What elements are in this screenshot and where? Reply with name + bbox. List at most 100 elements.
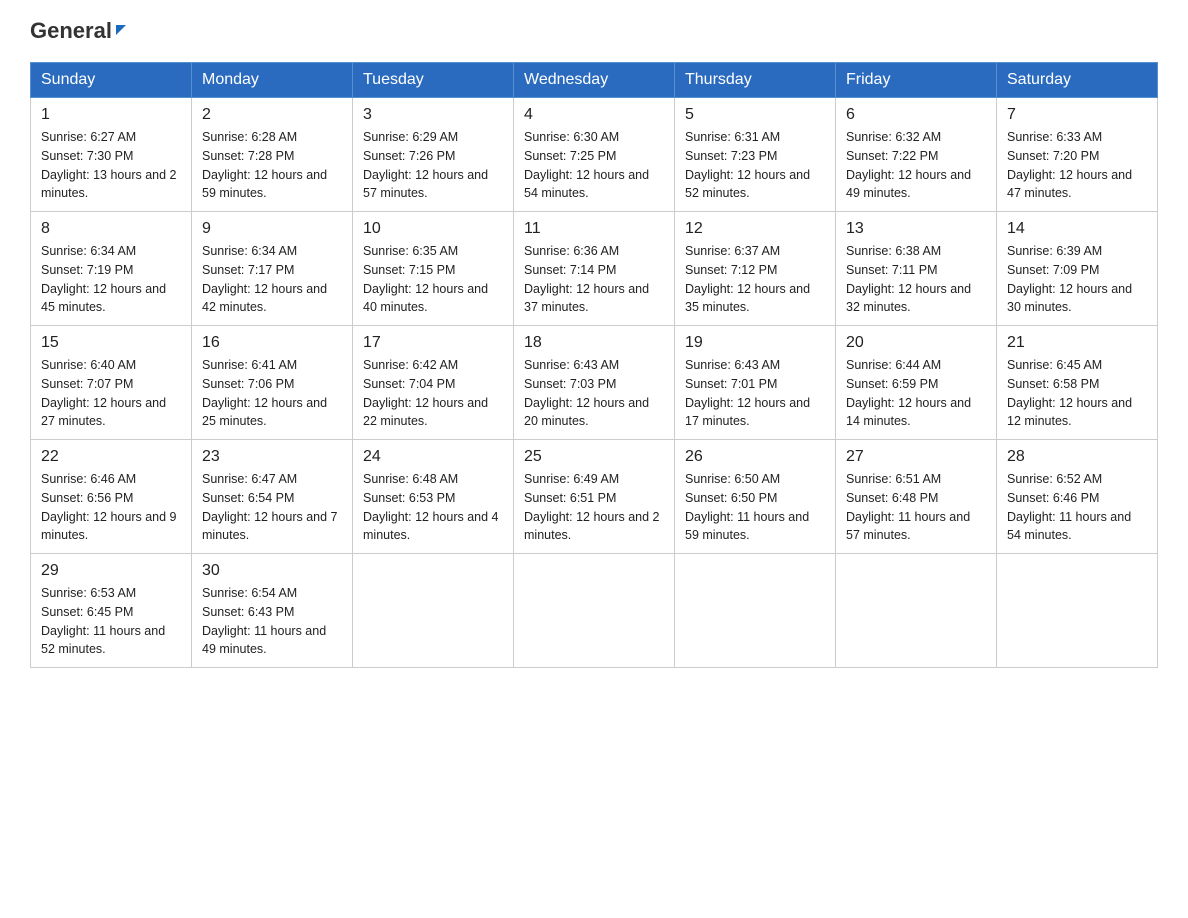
calendar-cell: 25 Sunrise: 6:49 AM Sunset: 6:51 PM Dayl… [514,440,675,554]
day-number: 16 [202,334,342,352]
day-info: Sunrise: 6:30 AM Sunset: 7:25 PM Dayligh… [524,128,664,203]
calendar-cell: 17 Sunrise: 6:42 AM Sunset: 7:04 PM Dayl… [353,326,514,440]
day-number: 28 [1007,448,1147,466]
calendar-cell: 21 Sunrise: 6:45 AM Sunset: 6:58 PM Dayl… [997,326,1158,440]
day-info: Sunrise: 6:38 AM Sunset: 7:11 PM Dayligh… [846,242,986,317]
day-info: Sunrise: 6:47 AM Sunset: 6:54 PM Dayligh… [202,470,342,545]
day-info: Sunrise: 6:43 AM Sunset: 7:03 PM Dayligh… [524,356,664,431]
day-number: 20 [846,334,986,352]
day-info: Sunrise: 6:34 AM Sunset: 7:19 PM Dayligh… [41,242,181,317]
calendar-cell: 19 Sunrise: 6:43 AM Sunset: 7:01 PM Dayl… [675,326,836,440]
day-info: Sunrise: 6:37 AM Sunset: 7:12 PM Dayligh… [685,242,825,317]
day-number: 3 [363,106,503,124]
day-number: 5 [685,106,825,124]
day-number: 9 [202,220,342,238]
day-number: 23 [202,448,342,466]
day-number: 8 [41,220,181,238]
calendar-cell [675,554,836,668]
day-info: Sunrise: 6:40 AM Sunset: 7:07 PM Dayligh… [41,356,181,431]
calendar-cell [514,554,675,668]
day-info: Sunrise: 6:32 AM Sunset: 7:22 PM Dayligh… [846,128,986,203]
logo: General [30,20,126,42]
day-info: Sunrise: 6:50 AM Sunset: 6:50 PM Dayligh… [685,470,825,545]
calendar-week-row: 1 Sunrise: 6:27 AM Sunset: 7:30 PM Dayli… [31,98,1158,212]
calendar-cell: 3 Sunrise: 6:29 AM Sunset: 7:26 PM Dayli… [353,98,514,212]
calendar-cell [353,554,514,668]
day-number: 19 [685,334,825,352]
day-number: 21 [1007,334,1147,352]
day-info: Sunrise: 6:48 AM Sunset: 6:53 PM Dayligh… [363,470,503,545]
day-info: Sunrise: 6:54 AM Sunset: 6:43 PM Dayligh… [202,584,342,659]
day-info: Sunrise: 6:33 AM Sunset: 7:20 PM Dayligh… [1007,128,1147,203]
day-number: 13 [846,220,986,238]
day-info: Sunrise: 6:52 AM Sunset: 6:46 PM Dayligh… [1007,470,1147,545]
calendar-cell: 5 Sunrise: 6:31 AM Sunset: 7:23 PM Dayli… [675,98,836,212]
day-number: 24 [363,448,503,466]
day-number: 30 [202,562,342,580]
weekday-header-sunday: Sunday [31,63,192,98]
weekday-header-tuesday: Tuesday [353,63,514,98]
weekday-header-friday: Friday [836,63,997,98]
weekday-header-row: SundayMondayTuesdayWednesdayThursdayFrid… [31,63,1158,98]
day-number: 1 [41,106,181,124]
day-number: 6 [846,106,986,124]
day-info: Sunrise: 6:44 AM Sunset: 6:59 PM Dayligh… [846,356,986,431]
day-info: Sunrise: 6:31 AM Sunset: 7:23 PM Dayligh… [685,128,825,203]
day-number: 17 [363,334,503,352]
calendar-week-row: 29 Sunrise: 6:53 AM Sunset: 6:45 PM Dayl… [31,554,1158,668]
day-number: 27 [846,448,986,466]
calendar-week-row: 8 Sunrise: 6:34 AM Sunset: 7:19 PM Dayli… [31,212,1158,326]
calendar-cell [997,554,1158,668]
day-info: Sunrise: 6:41 AM Sunset: 7:06 PM Dayligh… [202,356,342,431]
calendar-cell: 11 Sunrise: 6:36 AM Sunset: 7:14 PM Dayl… [514,212,675,326]
day-number: 4 [524,106,664,124]
calendar-cell: 2 Sunrise: 6:28 AM Sunset: 7:28 PM Dayli… [192,98,353,212]
day-info: Sunrise: 6:28 AM Sunset: 7:28 PM Dayligh… [202,128,342,203]
calendar-cell: 1 Sunrise: 6:27 AM Sunset: 7:30 PM Dayli… [31,98,192,212]
day-info: Sunrise: 6:45 AM Sunset: 6:58 PM Dayligh… [1007,356,1147,431]
page-header: General [30,20,1158,42]
calendar-cell: 10 Sunrise: 6:35 AM Sunset: 7:15 PM Dayl… [353,212,514,326]
day-number: 10 [363,220,503,238]
calendar-week-row: 15 Sunrise: 6:40 AM Sunset: 7:07 PM Dayl… [31,326,1158,440]
day-info: Sunrise: 6:42 AM Sunset: 7:04 PM Dayligh… [363,356,503,431]
day-number: 11 [524,220,664,238]
day-info: Sunrise: 6:29 AM Sunset: 7:26 PM Dayligh… [363,128,503,203]
day-info: Sunrise: 6:46 AM Sunset: 6:56 PM Dayligh… [41,470,181,545]
weekday-header-monday: Monday [192,63,353,98]
calendar-cell [836,554,997,668]
calendar-cell: 30 Sunrise: 6:54 AM Sunset: 6:43 PM Dayl… [192,554,353,668]
calendar-cell: 14 Sunrise: 6:39 AM Sunset: 7:09 PM Dayl… [997,212,1158,326]
day-number: 26 [685,448,825,466]
day-number: 7 [1007,106,1147,124]
calendar-cell: 22 Sunrise: 6:46 AM Sunset: 6:56 PM Dayl… [31,440,192,554]
calendar-cell: 9 Sunrise: 6:34 AM Sunset: 7:17 PM Dayli… [192,212,353,326]
day-number: 22 [41,448,181,466]
day-number: 2 [202,106,342,124]
day-number: 25 [524,448,664,466]
weekday-header-thursday: Thursday [675,63,836,98]
calendar-cell: 8 Sunrise: 6:34 AM Sunset: 7:19 PM Dayli… [31,212,192,326]
weekday-header-saturday: Saturday [997,63,1158,98]
day-info: Sunrise: 6:34 AM Sunset: 7:17 PM Dayligh… [202,242,342,317]
day-info: Sunrise: 6:49 AM Sunset: 6:51 PM Dayligh… [524,470,664,545]
calendar-cell: 27 Sunrise: 6:51 AM Sunset: 6:48 PM Dayl… [836,440,997,554]
day-info: Sunrise: 6:39 AM Sunset: 7:09 PM Dayligh… [1007,242,1147,317]
calendar-cell: 29 Sunrise: 6:53 AM Sunset: 6:45 PM Dayl… [31,554,192,668]
logo-text-general: General [30,20,112,42]
calendar-cell: 18 Sunrise: 6:43 AM Sunset: 7:03 PM Dayl… [514,326,675,440]
day-number: 15 [41,334,181,352]
weekday-header-wednesday: Wednesday [514,63,675,98]
calendar-cell: 4 Sunrise: 6:30 AM Sunset: 7:25 PM Dayli… [514,98,675,212]
calendar-cell: 23 Sunrise: 6:47 AM Sunset: 6:54 PM Dayl… [192,440,353,554]
calendar-week-row: 22 Sunrise: 6:46 AM Sunset: 6:56 PM Dayl… [31,440,1158,554]
day-number: 14 [1007,220,1147,238]
day-number: 12 [685,220,825,238]
day-info: Sunrise: 6:53 AM Sunset: 6:45 PM Dayligh… [41,584,181,659]
day-info: Sunrise: 6:43 AM Sunset: 7:01 PM Dayligh… [685,356,825,431]
day-number: 29 [41,562,181,580]
calendar-cell: 28 Sunrise: 6:52 AM Sunset: 6:46 PM Dayl… [997,440,1158,554]
calendar-cell: 13 Sunrise: 6:38 AM Sunset: 7:11 PM Dayl… [836,212,997,326]
calendar-cell: 6 Sunrise: 6:32 AM Sunset: 7:22 PM Dayli… [836,98,997,212]
calendar-cell: 16 Sunrise: 6:41 AM Sunset: 7:06 PM Dayl… [192,326,353,440]
